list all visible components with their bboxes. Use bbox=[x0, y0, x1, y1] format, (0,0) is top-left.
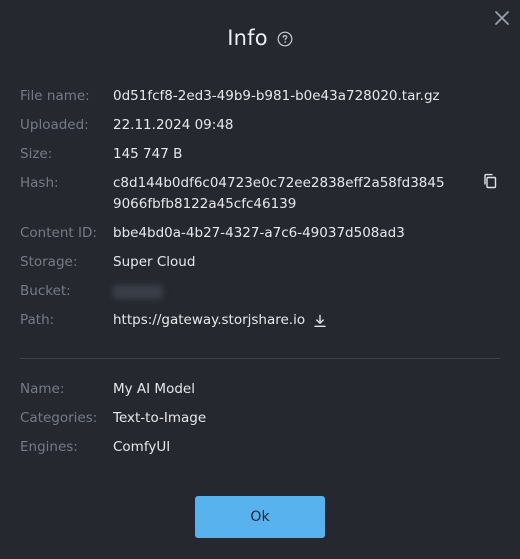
hash-label: Hash: bbox=[20, 175, 59, 191]
file-name-value: 0d51fcf8-2ed3-49b9-b981-b0e43a728020.tar… bbox=[113, 88, 440, 104]
section-divider bbox=[20, 358, 500, 359]
file-name-label: File name: bbox=[20, 88, 90, 104]
size-row: Size: 145 747 B bbox=[20, 144, 500, 173]
close-icon[interactable] bbox=[493, 9, 511, 27]
path-link[interactable]: https://gateway.storjshare.io bbox=[113, 310, 305, 331]
model-name-label: Name: bbox=[20, 381, 65, 397]
uploaded-label: Uploaded: bbox=[20, 117, 89, 133]
engines-value: ComfyUI bbox=[113, 439, 171, 455]
path-value-wrap: https://gateway.storjshare.io bbox=[113, 310, 500, 331]
uploaded-row: Uploaded: 22.11.2024 09:48 bbox=[20, 115, 500, 144]
storage-value: Super Cloud bbox=[113, 254, 196, 270]
info-dialog: Info File name: 0d51fcf8-2ed3-49b9-b981-… bbox=[0, 0, 520, 559]
storage-row: Storage: Super Cloud bbox=[20, 252, 500, 281]
storage-label: Storage: bbox=[20, 254, 78, 270]
copy-icon[interactable] bbox=[482, 173, 498, 189]
categories-row: Categories: Text-to-Image bbox=[20, 408, 500, 437]
ok-button[interactable]: Ok bbox=[195, 496, 325, 538]
download-icon[interactable] bbox=[313, 314, 327, 328]
model-info-section: Name: My AI Model Categories: Text-to-Im… bbox=[20, 379, 500, 466]
path-label: Path: bbox=[20, 312, 55, 328]
hash-row: Hash: c8d144b0df6c04723e0c72ee2838eff2a5… bbox=[20, 173, 500, 223]
categories-label: Categories: bbox=[20, 410, 98, 426]
help-circle-icon[interactable] bbox=[277, 31, 293, 47]
file-name-row: File name: 0d51fcf8-2ed3-49b9-b981-b0e43… bbox=[20, 86, 500, 115]
file-info-section: File name: 0d51fcf8-2ed3-49b9-b981-b0e43… bbox=[20, 86, 500, 339]
categories-value: Text-to-Image bbox=[113, 410, 207, 426]
content-id-label: Content ID: bbox=[20, 225, 97, 241]
hash-value: c8d144b0df6c04723e0c72ee2838eff2a58fd384… bbox=[113, 175, 445, 212]
path-row: Path: https://gateway.storjshare.io bbox=[20, 310, 500, 339]
model-name-row: Name: My AI Model bbox=[20, 379, 500, 408]
dialog-header: Info bbox=[0, 26, 520, 50]
bucket-blurred-value bbox=[113, 285, 163, 299]
content-id-row: Content ID: bbe4bd0a-4b27-4327-a7c6-4903… bbox=[20, 223, 500, 252]
size-value: 145 747 B bbox=[113, 146, 183, 162]
content-id-value: bbe4bd0a-4b27-4327-a7c6-49037d508ad3 bbox=[113, 225, 405, 241]
bucket-row: Bucket: bbox=[20, 281, 500, 310]
engines-label: Engines: bbox=[20, 439, 78, 455]
bucket-value bbox=[113, 281, 500, 306]
uploaded-value: 22.11.2024 09:48 bbox=[113, 117, 234, 133]
model-name-value: My AI Model bbox=[113, 381, 195, 397]
bucket-label: Bucket: bbox=[20, 283, 71, 299]
size-label: Size: bbox=[20, 146, 53, 162]
dialog-title: Info bbox=[227, 26, 268, 50]
engines-row: Engines: ComfyUI bbox=[20, 437, 500, 466]
